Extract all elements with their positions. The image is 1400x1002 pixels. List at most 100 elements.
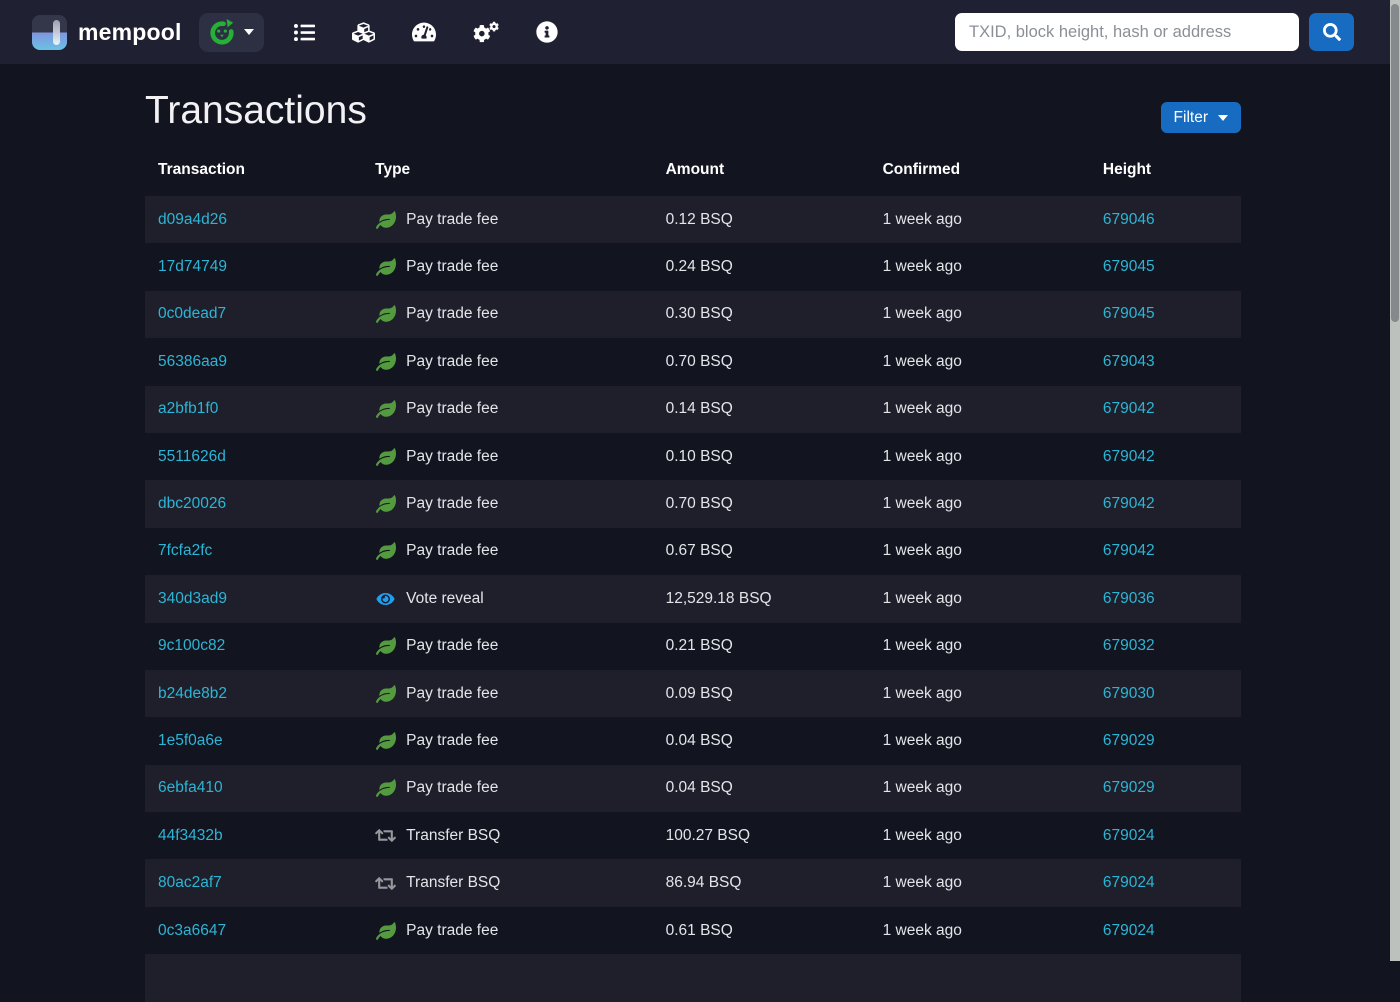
confirmed-cell: 1 week ago [882,210,962,228]
scrollbar[interactable] [1390,0,1400,961]
txid-link[interactable]: 6ebfa410 [158,779,223,796]
filter-button[interactable]: Filter [1160,102,1241,133]
magnifier-icon [1322,23,1341,41]
amount-cell: 0.70 BSQ [665,352,733,370]
table-row: 7fcfa2fc Pay trade fee 0.67 BSQ 1 week a… [145,528,1241,575]
block-height-link[interactable]: 679024 [1103,874,1155,891]
confirmed-cell: 1 week ago [882,542,962,560]
txid-link[interactable]: 44f3432b [158,827,223,844]
block-height-link[interactable]: 679030 [1103,685,1155,702]
network-selector-dropdown[interactable] [198,12,264,52]
table-row: 5511626d Pay trade fee 0.10 BSQ 1 week a… [145,433,1241,480]
type-label: Pay trade fee [406,921,499,939]
table-row: 0c0dead7 Pay trade fee 0.30 BSQ 1 week a… [145,290,1241,339]
txid-link[interactable]: b24de8b2 [158,685,227,702]
search-input[interactable] [955,13,1299,51]
txid-link[interactable]: 56386aa9 [158,353,227,370]
block-height-link[interactable]: 679046 [1103,211,1155,228]
table-body: d09a4d26 Pay trade fee 0.12 BSQ 1 week a… [145,196,1241,1002]
txid-link[interactable]: 0c0dead7 [158,305,226,322]
type-label: Pay trade fee [406,779,499,797]
confirmed-cell: 1 week ago [882,731,962,749]
block-height-link[interactable]: 679042 [1103,448,1155,465]
nav-transactions-list[interactable] [293,22,315,43]
table-row: 17d74749 Pay trade fee 0.24 BSQ 1 week a… [145,243,1241,290]
txid-link[interactable]: d09a4d26 [158,211,227,228]
transfer-icon [375,875,397,892]
transfer-icon [375,827,397,844]
block-height-link[interactable]: 679042 [1103,542,1155,559]
txid-link[interactable]: 17d74749 [158,258,227,275]
block-height-link[interactable]: 679024 [1103,922,1155,939]
type-label: Pay trade fee [406,637,499,655]
chevron-down-icon [1218,114,1228,121]
brand[interactable]: mempool [32,14,182,50]
navbar: mempool [0,0,1400,64]
confirmed-cell: 1 week ago [882,400,962,418]
dashboard-icon [411,22,436,42]
table-row-partial [145,954,1241,1002]
block-height-link[interactable]: 679029 [1103,732,1155,749]
table-header-row: Transaction Type Amount Confirmed Height [145,149,1241,196]
block-height-link[interactable]: 679032 [1103,637,1155,654]
amount-cell: 0.04 BSQ [665,731,733,749]
block-height-link[interactable]: 679045 [1103,258,1155,275]
block-height-link[interactable]: 679043 [1103,353,1155,370]
type-label: Pay trade fee [406,731,499,749]
confirmed-cell: 1 week ago [882,779,962,797]
txid-link[interactable]: 5511626d [158,448,226,465]
blocks-icon [351,21,375,43]
confirmed-cell: 1 week ago [882,921,962,939]
column-header-amount: Amount [665,161,725,178]
leaf-icon [375,352,396,371]
transactions-table: Transaction Type Amount Confirmed Height… [145,149,1241,1002]
leaf-icon [375,210,396,229]
amount-cell: 12,529.18 BSQ [665,589,772,607]
txid-link[interactable]: 7fcfa2fc [158,542,212,559]
search-form [955,13,1354,51]
txid-link[interactable]: 340d3ad9 [158,590,227,607]
amount-cell: 0.30 BSQ [665,305,733,323]
leaf-icon [375,637,396,656]
scrollbar-thumb[interactable] [1391,4,1399,322]
table-row: 340d3ad9 Vote reveal 12,529.18 BSQ 1 wee… [145,575,1241,623]
txid-link[interactable]: 1e5f0a6e [158,732,223,749]
search-button[interactable] [1309,13,1354,51]
txid-link[interactable]: 9c100c82 [158,637,225,654]
nav-about[interactable] [535,21,558,43]
table-row: a2bfb1f0 Pay trade fee 0.14 BSQ 1 week a… [145,385,1241,433]
leaf-icon [375,542,396,561]
block-height-link[interactable]: 679029 [1103,779,1155,796]
about-icon [535,21,558,43]
confirmed-cell: 1 week ago [882,352,962,370]
txid-link[interactable]: 0c3a6647 [158,922,226,939]
type-label: Pay trade fee [406,258,499,276]
leaf-icon [375,684,396,703]
amount-cell: 0.14 BSQ [665,400,733,418]
leaf-icon [375,732,396,750]
chevron-down-icon [243,29,254,35]
block-height-link[interactable]: 679045 [1103,305,1155,322]
nav-dashboard[interactable] [411,21,436,43]
column-header-type: Type [375,161,411,178]
bisq-logo-icon [209,19,235,45]
block-height-link[interactable]: 679042 [1103,400,1155,417]
table-row: d09a4d26 Pay trade fee 0.12 BSQ 1 week a… [145,196,1241,244]
column-header-transaction: Transaction [158,161,245,178]
settings-icon [473,21,499,43]
block-height-link[interactable]: 679024 [1103,827,1155,844]
brand-name: mempool [78,18,182,45]
txid-link[interactable]: 80ac2af7 [158,874,222,891]
block-height-link[interactable]: 679042 [1103,495,1155,512]
confirmed-cell: 1 week ago [882,447,962,465]
table-row: 80ac2af7 Transfer BSQ 86.94 BSQ 1 week a… [145,859,1241,907]
block-height-link[interactable]: 679036 [1103,590,1155,607]
amount-cell: 0.61 BSQ [665,921,733,939]
type-label: Pay trade fee [406,305,499,323]
txid-link[interactable]: dbc20026 [158,495,226,512]
nav-blocks[interactable] [351,21,375,44]
type-label: Pay trade fee [406,400,499,418]
nav-settings[interactable] [473,21,499,43]
txid-link[interactable]: a2bfb1f0 [158,400,218,417]
table-row: b24de8b2 Pay trade fee 0.09 BSQ 1 week a… [145,669,1241,718]
